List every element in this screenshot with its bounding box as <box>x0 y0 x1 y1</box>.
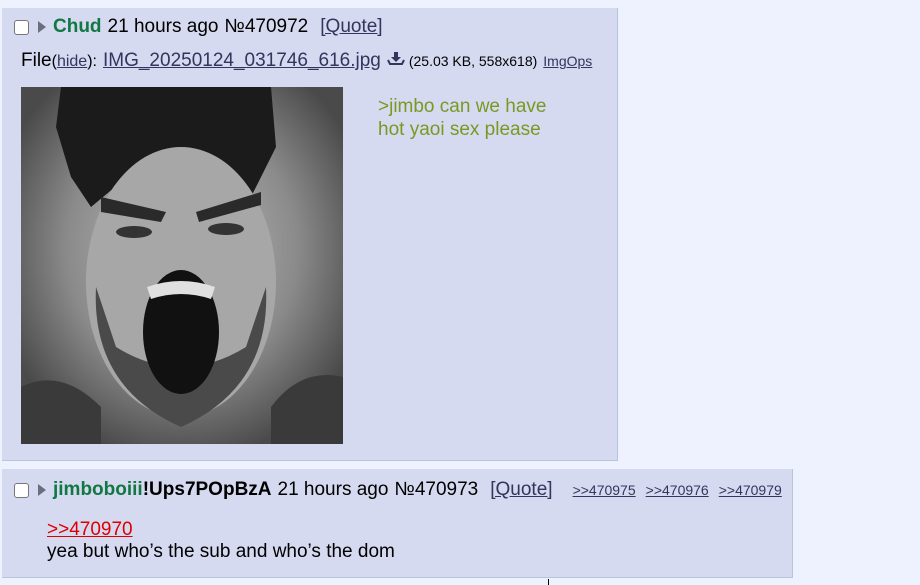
post-number[interactable]: №470972 <box>224 16 308 38</box>
imgops-link[interactable]: ImgOps <box>543 53 592 69</box>
backlink-470976[interactable]: >>470976 <box>646 482 709 498</box>
poster-name: Chud <box>53 16 102 37</box>
post-body: yea but who’s the sub and who’s the dom <box>47 541 395 562</box>
poster-tripcode: !Ups7POpBzA <box>142 479 272 500</box>
backlink-470975[interactable]: >>470975 <box>573 482 636 498</box>
post-image-thumbnail[interactable] <box>21 87 343 444</box>
post-header: jimboboiii !Ups7POpBzA 21 hours ago №470… <box>14 479 782 501</box>
file-info: File ( hide ): IMG_20250124_031746_616.j… <box>21 50 592 72</box>
post-menu-triangle-icon[interactable] <box>38 21 46 33</box>
post-menu-triangle-icon[interactable] <box>38 484 46 496</box>
post-header: Chud 21 hours ago №470972 [Quote] <box>14 16 383 38</box>
download-icon[interactable] <box>386 50 405 71</box>
quote-button[interactable]: [Quote] <box>490 479 552 501</box>
post-470972: Chud 21 hours ago №470972 [Quote] File (… <box>2 8 618 461</box>
post-time: 21 hours ago <box>107 16 219 37</box>
text-cursor <box>548 579 549 585</box>
post-time: 21 hours ago <box>277 479 389 500</box>
post-470973: jimboboiii !Ups7POpBzA 21 hours ago №470… <box>2 469 793 578</box>
hide-link[interactable]: hide <box>57 53 87 71</box>
post-number[interactable]: №470973 <box>394 479 478 501</box>
post-select-checkbox[interactable] <box>14 19 29 35</box>
post-select-checkbox[interactable] <box>14 482 29 498</box>
file-name-link[interactable]: IMG_20250124_031746_616.jpg <box>103 50 381 72</box>
file-meta: (25.03 KB, 558x618) <box>408 53 538 69</box>
hide-close: ): <box>87 53 97 70</box>
greentext-body: >jimbo can we have hot yaoi sex please <box>378 96 547 140</box>
backlinks: >>470975 >>470976 >>470979 <box>563 482 782 498</box>
file-label: File <box>21 50 52 71</box>
backlink-470979[interactable]: >>470979 <box>719 482 782 498</box>
poster-name: jimboboiii <box>53 479 143 500</box>
quote-button[interactable]: [Quote] <box>320 16 382 38</box>
reply-quote-link[interactable]: >>470970 <box>47 519 133 541</box>
